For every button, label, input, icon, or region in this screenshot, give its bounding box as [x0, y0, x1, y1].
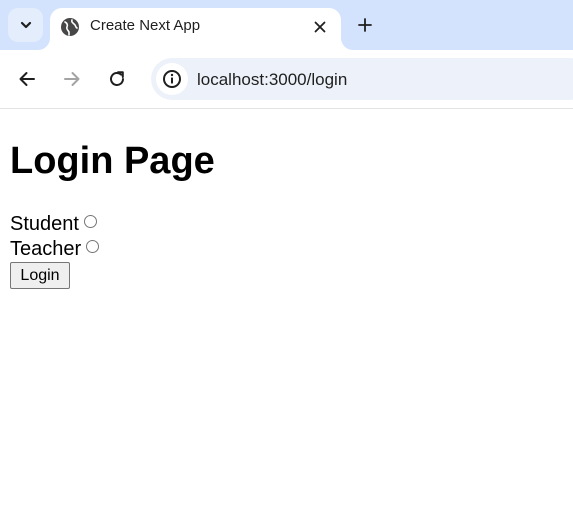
student-radio[interactable] [83, 214, 97, 228]
globe-icon [61, 18, 79, 36]
reload-icon [110, 71, 124, 86]
close-tab-button[interactable] [308, 15, 332, 39]
plus-icon [358, 18, 372, 32]
tab-title: Create Next App [90, 17, 201, 34]
student-label: Student [10, 213, 79, 235]
arrow-right-icon [64, 72, 80, 86]
active-tab[interactable]: Create Next App [50, 8, 341, 50]
page-title: Login Page [10, 140, 215, 182]
role-option-teacher: Teacher [10, 237, 100, 261]
address-bar[interactable]: localhost:3000/login [151, 58, 573, 100]
site-info-button[interactable] [156, 63, 188, 95]
arrow-left-icon [19, 72, 35, 86]
page-content: Login Page Student Teacher Login [0, 109, 573, 527]
teacher-radio[interactable] [86, 239, 100, 253]
close-icon [314, 21, 326, 33]
tab-search-button[interactable] [8, 8, 43, 42]
browser-window: Create Next App localhost:3000/login Log… [0, 0, 573, 527]
teacher-label: Teacher [10, 238, 82, 260]
info-icon [163, 70, 181, 88]
login-button[interactable]: Login [10, 262, 70, 289]
chevron-down-icon [20, 21, 31, 29]
back-button[interactable] [12, 64, 42, 94]
role-option-student: Student [10, 212, 97, 236]
url-text[interactable]: localhost:3000/login [197, 70, 347, 90]
forward-button[interactable] [57, 64, 87, 94]
tab-strip: Create Next App [0, 0, 573, 50]
new-tab-button[interactable] [350, 10, 380, 40]
reload-button[interactable] [102, 64, 132, 94]
browser-toolbar: localhost:3000/login [0, 50, 573, 109]
